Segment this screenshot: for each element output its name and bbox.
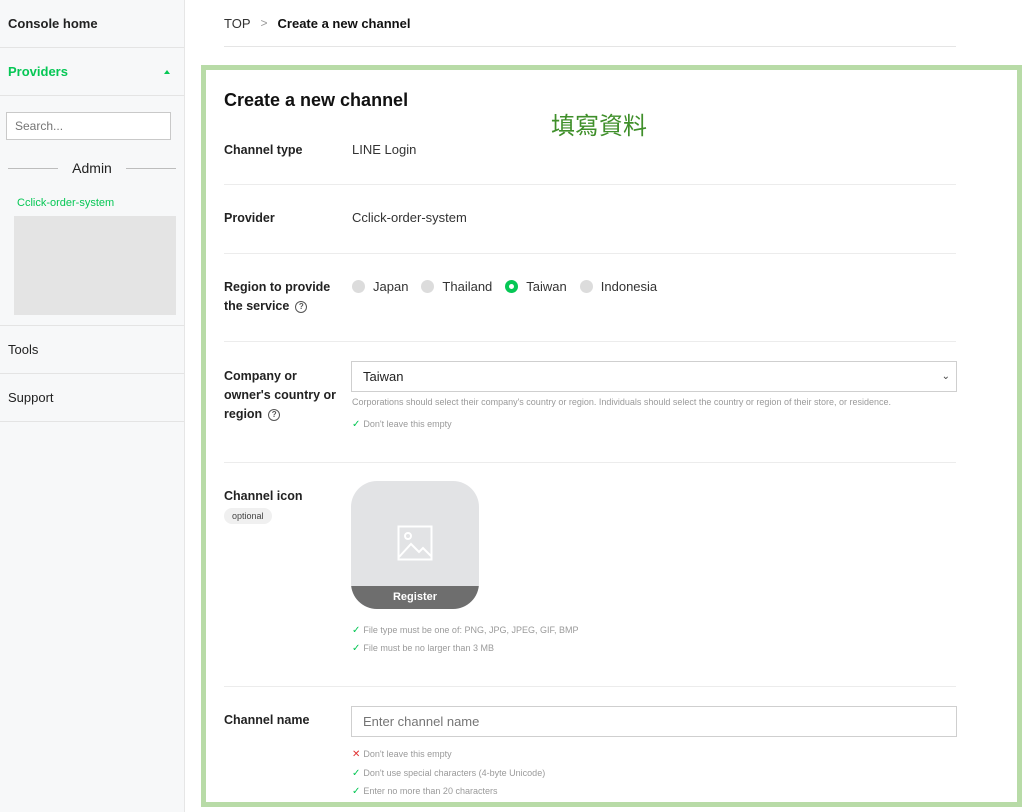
provider-label: Provider [224,211,275,225]
divider-line [8,167,59,169]
cross-icon: ✕ [352,749,361,760]
provider-panel: Admin Cclick-order-system [0,96,184,326]
rule-text: File type must be one of: PNG, JPG, JPEG… [363,625,579,635]
rule-text: Enter no more than 20 characters [363,786,498,796]
provider-value: Cclick-order-system [352,210,467,225]
divider [224,341,956,342]
radio-selected-icon [505,280,519,293]
help-icon[interactable]: ? [268,408,281,421]
sidebar-item-support[interactable]: Support [0,374,184,422]
icon-rule-filesize: ✓ File must be no larger than 3 MB [352,643,494,654]
divider [224,253,956,254]
country-select-value: Taiwan [363,369,404,384]
country-validation: ✓ Don't leave this empty [352,419,452,430]
check-icon: ✓ [352,768,361,779]
check-icon: ✓ [352,419,361,430]
check-icon: ✓ [352,625,361,636]
main-content: TOP > Create a new channel [224,0,956,47]
breadcrumb-current: Create a new channel [277,15,411,31]
highlight-frame [201,65,1022,807]
country-hint: Corporations should select their company… [352,397,891,407]
admin-label: Admin [72,160,112,176]
divider [224,686,956,687]
breadcrumb-separator-icon: > [260,16,268,30]
company-country-label-line3: region [224,407,263,421]
region-radio-group: Japan Thailand Taiwan Indonesia [352,279,670,294]
sidebar-item-console-home[interactable]: Console home [0,0,184,48]
image-placeholder-icon [397,525,433,561]
channel-name-input[interactable] [351,706,957,737]
divider-line [125,167,176,169]
region-label-line2: the service [224,299,290,313]
radio-icon [579,280,593,293]
breadcrumb: TOP > Create a new channel [224,0,956,47]
region-option-thailand[interactable]: Thailand [421,279,492,294]
company-country-label: Company or owner's country or region? [224,367,339,424]
channel-icon-label: Channel icon [224,489,303,503]
chevron-down-icon: ⌄ [941,371,950,382]
sidebar-item-label: Console home [8,16,98,31]
validation-text: Don't leave this empty [363,419,452,429]
redacted-area [14,216,176,315]
divider [224,462,956,463]
provider-search-input[interactable] [6,112,171,140]
breadcrumb-top-link[interactable]: TOP [224,16,251,31]
name-rule-special-chars: ✓ Don't use special characters (4-byte Un… [352,768,545,779]
rule-text: File must be no larger than 3 MB [363,643,494,653]
radio-icon [352,280,365,293]
channel-type-value: LINE Login [352,142,417,157]
region-option-japan[interactable]: Japan [352,279,408,294]
sidebar-item-label: Support [8,390,54,405]
sidebar-item-label: Tools [8,342,39,357]
provider-link[interactable]: Cclick-order-system [17,197,178,209]
region-option-taiwan[interactable]: Taiwan [505,279,567,294]
admin-divider: Admin [6,160,178,176]
name-rule-empty: ✕ Don't leave this empty [352,749,452,760]
check-icon: ✓ [352,786,361,797]
region-option-indonesia[interactable]: Indonesia [579,279,658,294]
country-select[interactable]: Taiwan ⌄ [351,361,957,392]
rule-text: Don't use special characters (4-byte Uni… [363,768,546,778]
check-icon: ✓ [352,643,361,654]
channel-type-label: Channel type [224,143,303,157]
channel-icon-upload[interactable]: Register [351,481,479,609]
register-button[interactable]: Register [351,586,479,609]
optional-badge: optional [224,508,272,524]
radio-label: Taiwan [526,279,567,294]
company-country-label-line2: owner's country or [224,388,337,402]
sidebar-item-tools[interactable]: Tools [0,326,184,374]
page-title: Create a new channel [224,90,409,110]
radio-label: Indonesia [600,279,658,294]
annotation-text: 填寫資料 [551,112,647,140]
company-country-label-line1: Company or [224,369,297,383]
sidebar-item-label: Providers [8,64,68,79]
help-icon[interactable]: ? [295,300,308,313]
radio-icon [421,280,435,293]
channel-name-label: Channel name [224,713,310,727]
icon-rule-filetype: ✓ File type must be one of: PNG, JPG, JPE… [352,625,578,636]
region-label-line1: Region to provide [224,280,331,294]
radio-label: Japan [373,279,409,294]
caret-up-icon [164,69,170,74]
region-label: Region to provide the service? [224,278,339,316]
sidebar: Console home Providers Admin Cclick-orde… [0,0,185,812]
divider [224,184,956,185]
radio-label: Thailand [442,279,493,294]
sidebar-item-providers[interactable]: Providers [0,48,184,96]
name-rule-length: ✓ Enter no more than 20 characters [352,786,497,797]
rule-text: Don't leave this empty [363,749,452,759]
